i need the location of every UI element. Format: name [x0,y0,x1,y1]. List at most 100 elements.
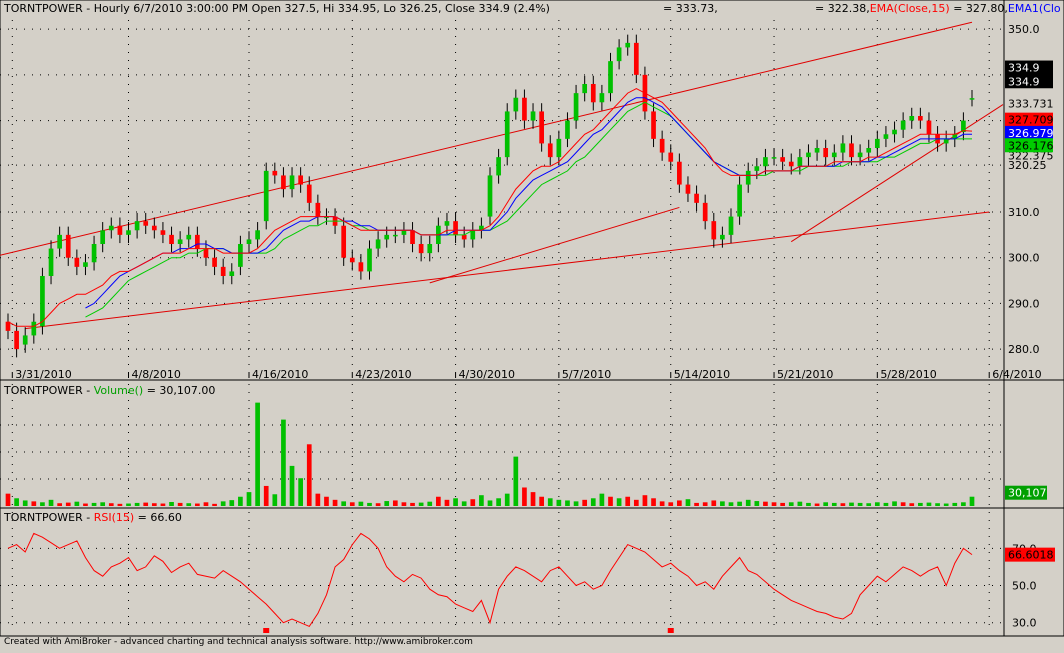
price-value-tag: 327.709 [1008,114,1054,127]
candle-body [392,234,398,237]
price-axis-tick: 290.0 [1008,297,1040,310]
candle-body [14,330,19,350]
volume-bar [238,496,243,506]
ema15-value: = 327.80, [950,2,1008,15]
volume-bar [306,444,312,506]
volume-bar [685,499,691,506]
chart-canvas: 350.0340.0330.0320.25310.0300.0290.0280.… [0,0,1064,637]
candle-body [108,225,114,231]
candle-body [298,175,303,185]
price-header-right-value: = 322.38, [815,2,870,15]
volume-bar [479,495,484,506]
candle-body [694,193,699,203]
candle-body [754,166,760,171]
volume-bar [677,500,682,506]
candle-body [367,248,372,272]
volume-bar [694,502,699,506]
volume-bar [780,502,785,506]
volume-bar [556,499,562,506]
volume-bar [160,503,166,506]
rsi-value-tag: 66.6018 [1008,549,1054,562]
volume-bar [651,498,656,506]
candle-body [573,93,579,121]
volume-bar [212,503,217,506]
candle-body [255,230,260,240]
candle-body [341,225,347,258]
volume-bar [272,494,278,506]
candle-body [83,262,88,267]
volume-bar [625,496,631,506]
volume-bar [720,501,725,506]
volume-bar [857,502,863,506]
volume-bar [392,500,398,506]
volume-bar [65,502,71,506]
volume-bar [186,503,192,506]
price-value-tag: 326.979 [1008,127,1054,140]
volume-panel[interactable] [0,379,1005,509]
volume-bar [151,503,157,506]
candle-body [220,266,226,276]
volume-bar [874,502,880,506]
candle-body [22,335,28,345]
rsi-header: TORNTPOWER - RSI(15) = 66.60 [3,511,182,524]
volume-header-prefix: TORNTPOWER - [3,384,94,397]
volume-bar [436,496,441,506]
volume-bar [797,501,803,506]
candle-body [461,234,467,240]
volume-header: TORNTPOWER - Volume() = 30,107.00 [3,384,215,397]
volume-bar [444,499,450,506]
candle-body [806,152,811,158]
candle-body [375,239,381,249]
volume-bar [935,503,940,506]
date-label: 4/16/2010 [252,368,308,381]
candle-body [728,216,734,235]
volume-bar [203,502,209,506]
volume-bar [565,500,570,506]
volume-bar [298,478,303,506]
candle-body [195,234,200,249]
volume-bar [814,503,820,506]
candle-body [599,93,605,103]
footer-credit: Created with AmiBroker - advanced charti… [4,637,473,647]
volume-bar [909,503,915,506]
rsi-panel[interactable] [0,507,1005,637]
candle-body [745,170,751,185]
volume-bar [315,493,321,506]
volume-bar [788,502,794,506]
candle-body [384,234,390,240]
candle-body [857,152,863,158]
candle-body [74,257,80,267]
volume-bar [263,485,269,506]
candle-body [522,97,527,121]
volume-bar [504,493,510,506]
candle-body [918,116,923,121]
candle-body [547,143,553,158]
volume-bar [117,503,123,506]
volume-bar [582,499,588,506]
candle-body [151,225,157,231]
volume-bar [401,502,407,506]
candle-body [238,244,243,267]
date-label: 4/23/2010 [355,368,411,381]
price-axis-tick: 300.0 [1008,252,1040,265]
volume-bar [289,465,295,506]
volume-bar [763,501,768,506]
volume-bar [195,503,200,506]
volume-bar [177,502,183,506]
price-value-tag: 333.731 [1008,98,1054,111]
volume-bar [849,502,854,506]
price-panel[interactable] [0,0,1005,381]
candle-body [780,157,785,162]
candle-body [40,276,45,327]
price-value-tag: 326.176 [1008,139,1054,152]
volume-bar [900,502,906,506]
candle-body [651,111,656,139]
rsi-header-prefix: TORNTPOWER - [3,511,94,524]
candle-body [608,61,613,94]
candle-body [892,129,897,135]
volume-bar [31,501,37,506]
volume-bar [358,501,364,506]
volume-bar [91,502,97,506]
volume-bar [324,496,329,506]
volume-bar [375,503,381,506]
